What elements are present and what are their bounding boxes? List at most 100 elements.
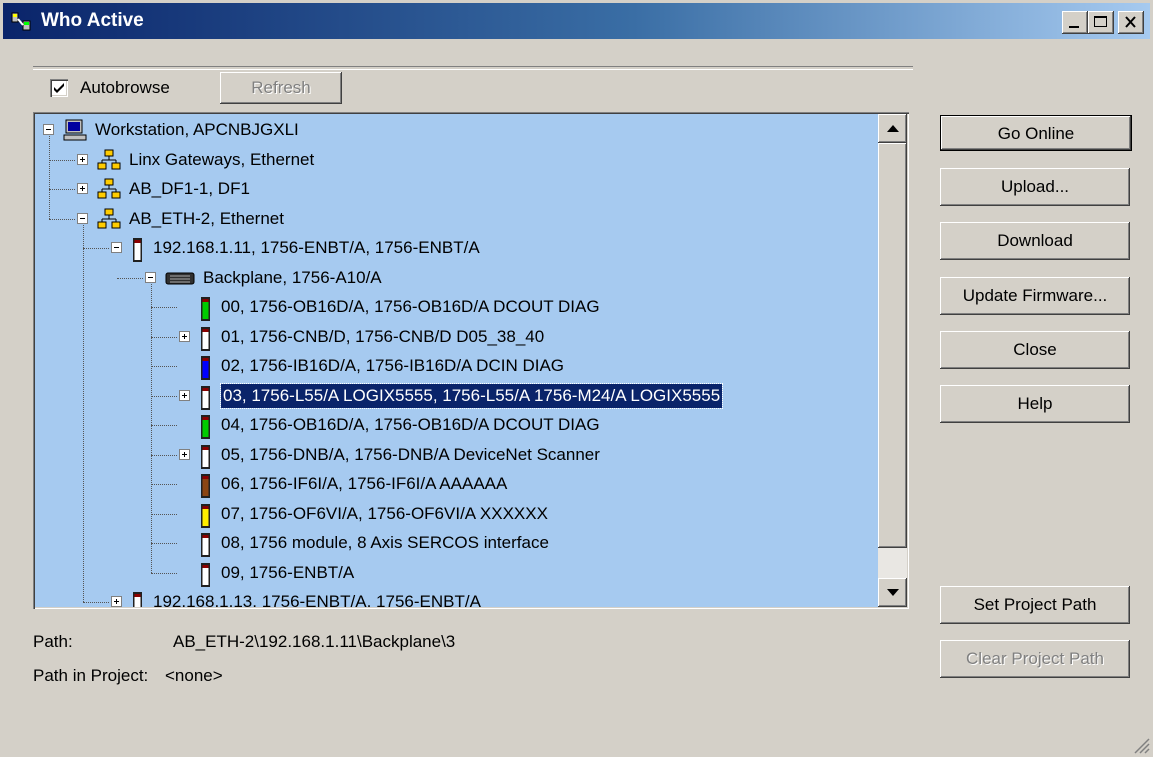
- tree-row[interactable]: AB_DF1-1, DF1: [35, 175, 878, 203]
- tree-row[interactable]: Linx Gateways, Ethernet: [35, 146, 878, 174]
- network-tree[interactable]: Workstation, APCNBJGXLI Linx Gateways, Et…: [33, 112, 909, 609]
- minimize-icon: [1069, 26, 1079, 28]
- separator: [33, 66, 913, 70]
- close-label: Close: [1013, 340, 1057, 359]
- tree-node-label: Workstation, APCNBJGXLI: [95, 120, 299, 139]
- tree-connector-line: [151, 572, 177, 574]
- tree-connector-line: [151, 454, 177, 456]
- scroll-up-button[interactable]: [878, 114, 907, 143]
- tree-row[interactable]: Backplane, 1756-A10/A: [35, 264, 878, 292]
- tree-connector-line: [151, 395, 177, 397]
- expand-icon[interactable]: [179, 389, 190, 401]
- collapse-icon[interactable]: [111, 242, 122, 253]
- upload-label: Upload...: [1000, 177, 1070, 196]
- tree-node-label: Linx Gateways, Ethernet: [129, 149, 315, 169]
- tree-row[interactable]: Workstation, APCNBJGXLI: [35, 116, 878, 144]
- set-project-path-button[interactable]: Set Project Path: [940, 586, 1130, 624]
- tree-row[interactable]: AB_ETH-2, Ethernet: [35, 205, 878, 233]
- module-icon: [201, 356, 210, 380]
- checkmark-icon: [54, 83, 64, 93]
- tree-node-label: 01, 1756-CNB/D, 1756-CNB/D D05_38_40: [221, 326, 545, 346]
- expand-icon[interactable]: [111, 596, 122, 607]
- tree-row[interactable]: 04, 1756-OB16D/A, 1756-OB16D/A DCOUT DIA…: [35, 411, 878, 439]
- tree-connector-line: [83, 248, 109, 249]
- help-label: Help: [1017, 394, 1053, 413]
- network-icon: [97, 149, 121, 169]
- go-online-button[interactable]: Go Online: [941, 116, 1131, 150]
- resize-grip-icon[interactable]: [1132, 736, 1150, 754]
- expand-icon[interactable]: [77, 183, 88, 194]
- go-online-label: Go Online: [997, 124, 1075, 143]
- module-icon: [133, 238, 142, 262]
- clear-project-path-label: Clear Project Path: [966, 649, 1104, 668]
- title-bar[interactable]: Who Active: [3, 3, 1150, 39]
- module-icon: [201, 297, 210, 321]
- who-active-app-icon: [11, 12, 31, 31]
- tree-row[interactable]: 192.168.1.11, 1756-ENBT/A, 1756-ENBT/A: [35, 234, 878, 262]
- tree-node-label: 02, 1756-IB16D/A, 1756-IB16D/A DCIN DIAG: [221, 356, 565, 375]
- tree-row[interactable]: 08, 1756 module, 8 Axis SERCOS interface: [35, 529, 878, 557]
- tree-row[interactable]: 05, 1756-DNB/A, 1756-DNB/A DeviceNet Sca…: [35, 441, 878, 469]
- refresh-button[interactable]: Refresh: [220, 72, 342, 104]
- module-icon: [201, 533, 210, 557]
- scroll-thumb[interactable]: [878, 143, 907, 548]
- tree-row[interactable]: 00, 1756-OB16D/A, 1756-OB16D/A DCOUT DIA…: [35, 293, 878, 321]
- arrow-up-icon: [887, 125, 899, 132]
- module-icon: [201, 444, 210, 469]
- collapse-icon[interactable]: [43, 124, 54, 135]
- tree-node-label: 06, 1756-IF6I/A, 1756-IF6I/A AAAAAA: [221, 474, 508, 493]
- tree-node-label-selected: 03, 1756-L55/A LOGIX5555, 1756-L55/A 175…: [219, 382, 724, 409]
- tree-node-label: 05, 1756-DNB/A, 1756-DNB/A DeviceNet Sca…: [221, 444, 600, 464]
- tree-node-label: 08, 1756 module, 8 Axis SERCOS interface: [221, 533, 549, 552]
- computer-icon: [63, 119, 87, 141]
- who-active-window: Who Active Autobrowse Refresh Workstatio…: [0, 0, 1153, 757]
- upload-button[interactable]: Upload...: [940, 168, 1130, 206]
- tree-row[interactable]: 09, 1756-ENBT/A: [35, 559, 878, 587]
- download-button[interactable]: Download: [940, 222, 1130, 260]
- autobrowse-checkbox[interactable]: [50, 79, 68, 97]
- help-button[interactable]: Help: [940, 385, 1130, 423]
- tree-content: Workstation, APCNBJGXLI Linx Gateways, Et…: [35, 114, 878, 607]
- collapse-icon[interactable]: [77, 212, 88, 224]
- tree-connector-line: [151, 513, 177, 515]
- tree-row[interactable]: 192.168.1.13, 1756-ENBT/A, 1756-ENBT/A: [35, 588, 878, 607]
- expand-icon[interactable]: [179, 448, 190, 460]
- backplane-icon: [165, 272, 195, 284]
- maximize-button[interactable]: [1088, 11, 1114, 34]
- tree-row[interactable]: 03, 1756-L55/A LOGIX5555, 1756-L55/A 175…: [35, 382, 878, 410]
- close-window-button[interactable]: [1118, 11, 1144, 34]
- tree-node-label: Backplane, 1756-A10/A: [203, 267, 382, 287]
- maximize-icon: [1094, 16, 1107, 27]
- autobrowse-label[interactable]: Autobrowse: [80, 78, 170, 98]
- expand-icon[interactable]: [179, 330, 190, 342]
- tree-row[interactable]: 02, 1756-IB16D/A, 1756-IB16D/A DCIN DIAG: [35, 352, 878, 380]
- tree-connector-line: [151, 425, 177, 426]
- vertical-scrollbar[interactable]: [878, 114, 907, 607]
- module-icon: [201, 385, 210, 410]
- path-value: AB_ETH-2\192.168.1.11\Backplane\3: [173, 632, 456, 651]
- tree-node-label: 192.168.1.13, 1756-ENBT/A, 1756-ENBT/A: [153, 592, 481, 607]
- path-label: Path:: [33, 632, 73, 651]
- tree-connector-line: [151, 307, 177, 308]
- tree-node-label: 00, 1756-OB16D/A, 1756-OB16D/A DCOUT DIA…: [221, 297, 600, 316]
- collapse-icon[interactable]: [145, 271, 156, 283]
- module-icon: [201, 474, 210, 498]
- close-button[interactable]: Close: [940, 331, 1130, 369]
- tree-node-label: 09, 1756-ENBT/A: [221, 562, 355, 582]
- clear-project-path-button[interactable]: Clear Project Path: [940, 640, 1130, 678]
- tree-connector-line: [151, 336, 177, 338]
- tree-node-label: AB_DF1-1, DF1: [129, 179, 250, 198]
- set-project-path-label: Set Project Path: [973, 595, 1097, 614]
- update-firmware-button[interactable]: Update Firmware...: [940, 277, 1130, 315]
- tree-connector-line: [83, 602, 109, 603]
- scroll-down-button[interactable]: [878, 578, 907, 607]
- window-title: Who Active: [41, 10, 144, 31]
- expand-icon[interactable]: [77, 153, 88, 165]
- close-icon: [1125, 16, 1136, 28]
- tree-row[interactable]: 06, 1756-IF6I/A, 1756-IF6I/A AAAAAA: [35, 470, 878, 498]
- tree-row[interactable]: 01, 1756-CNB/D, 1756-CNB/D D05_38_40: [35, 323, 878, 351]
- tree-connector-line: [49, 218, 75, 220]
- tree-row[interactable]: 07, 1756-OF6VI/A, 1756-OF6VI/A XXXXXX: [35, 500, 878, 528]
- minimize-button[interactable]: [1062, 11, 1088, 34]
- tree-node-label: AB_ETH-2, Ethernet: [129, 208, 284, 228]
